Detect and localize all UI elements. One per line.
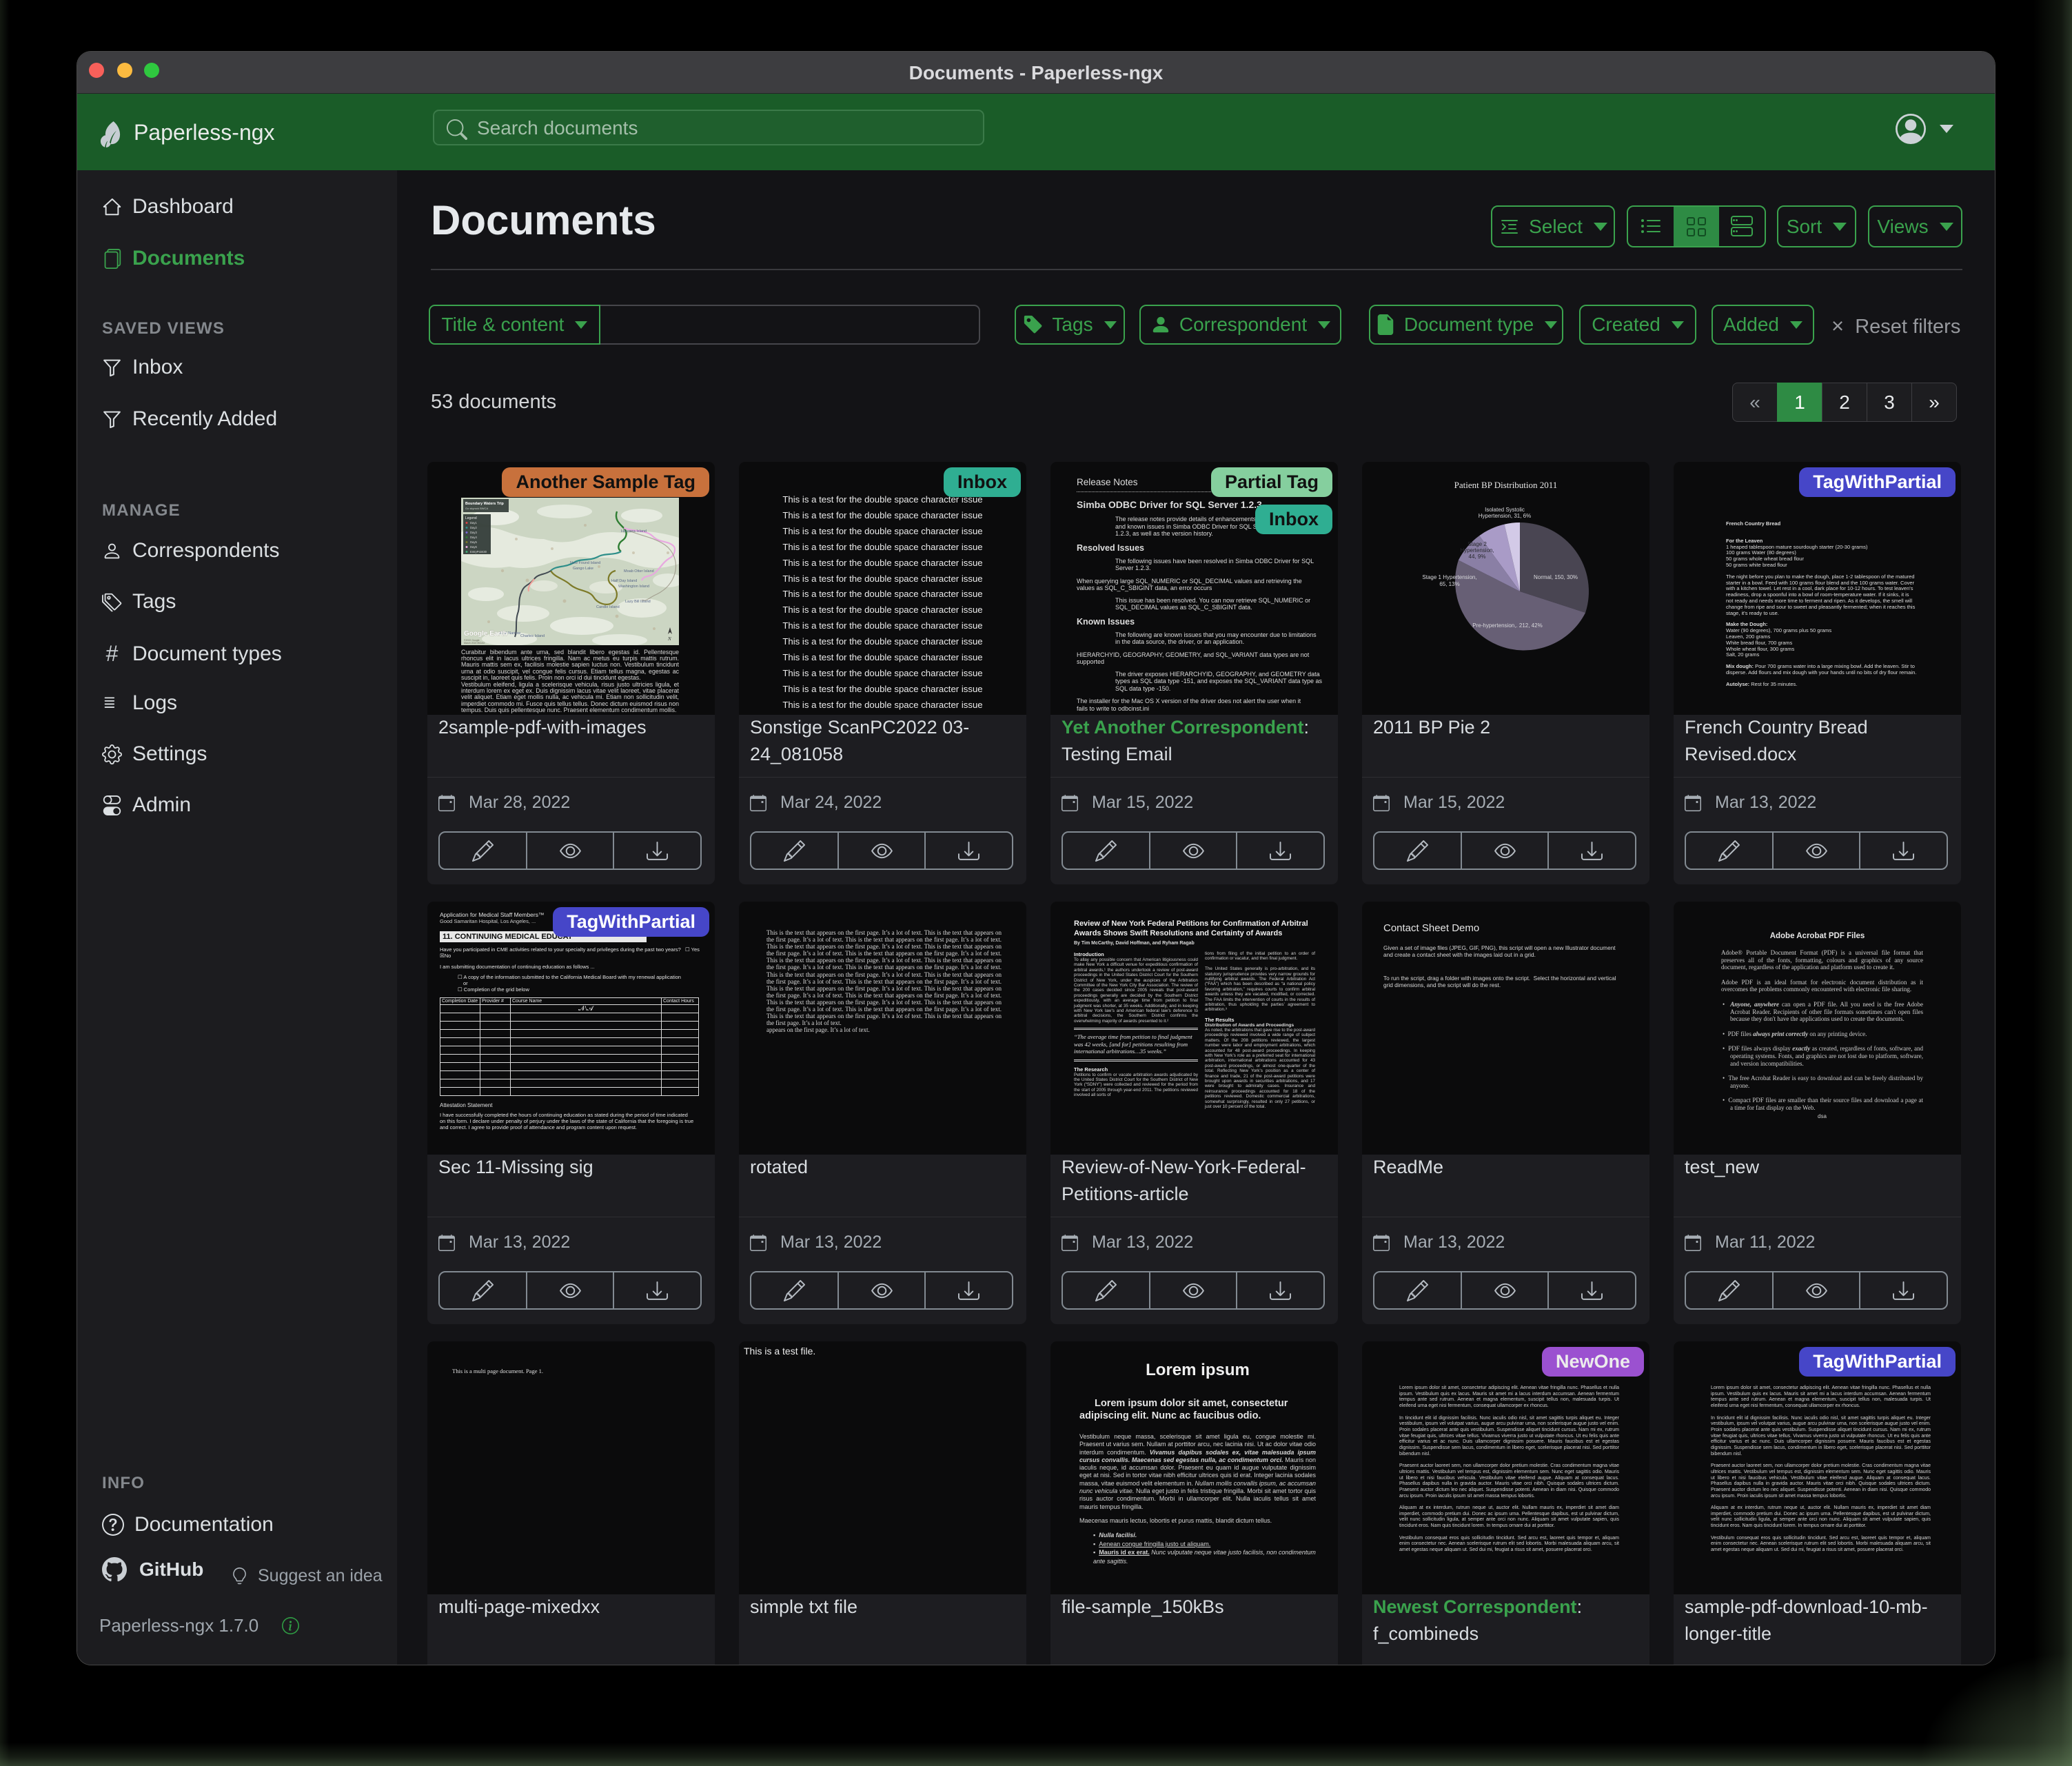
svg-text:Lazy Bill Island: Lazy Bill Island xyxy=(625,600,651,604)
svg-text:Day5: Day5 xyxy=(470,540,477,544)
svg-text:Day2: Day2 xyxy=(470,526,477,529)
svg-text:Day6: Day6 xyxy=(470,545,477,549)
svg-text:Hypertension, 31, 6%: Hypertension, 31, 6% xyxy=(1479,513,1532,519)
svg-text:Moab Otter Island: Moab Otter Island xyxy=(624,569,654,574)
svg-text:Go skyrock BWCA: Go skyrock BWCA xyxy=(465,507,488,510)
svg-text:New Found Island: New Found Island xyxy=(570,561,600,565)
svg-text:Gango Lake: Gango Lake xyxy=(573,567,593,571)
svg-text:Candle Island: Candle Island xyxy=(596,605,620,609)
svg-text:Stage 1 Hypertension,: Stage 1 Hypertension, xyxy=(1422,574,1476,580)
svg-text:Legend: Legend xyxy=(465,516,477,520)
svg-text:Boundary Waters Trip: Boundary Waters Trip xyxy=(465,502,505,506)
svg-text:Charles Island: Charles Island xyxy=(520,634,545,638)
svg-text:Washington Island: Washington Island xyxy=(618,585,649,589)
svg-text:EntryPoint30: EntryPoint30 xyxy=(470,550,487,554)
svg-text:65, 13%: 65, 13% xyxy=(1439,581,1459,587)
svg-text:Hypertension,: Hypertension, xyxy=(1460,547,1494,554)
svg-text:Half Day Island: Half Day Island xyxy=(611,579,637,583)
svg-text:Hausera Island: Hausera Island xyxy=(621,529,647,534)
svg-text:Pre-hypertension,. 212, 42%: Pre-hypertension,. 212, 42% xyxy=(1472,622,1542,629)
svg-text:Day3: Day3 xyxy=(470,531,477,534)
svg-text:Isolated Systolic: Isolated Systolic xyxy=(1485,507,1525,513)
svg-text:Stage 2: Stage 2 xyxy=(1467,541,1487,547)
svg-text:Day1: Day1 xyxy=(470,521,477,525)
svg-text:N: N xyxy=(667,636,671,642)
svg-text:44, 9%: 44, 9% xyxy=(1469,554,1486,560)
svg-text:March 2022 IBCAO: March 2022 IBCAO xyxy=(464,642,485,645)
svg-text:Day4: Day4 xyxy=(470,536,477,539)
svg-text:Google Earth: Google Earth xyxy=(464,630,507,638)
svg-text:Normal, 150, 30%: Normal, 150, 30% xyxy=(1534,574,1578,580)
